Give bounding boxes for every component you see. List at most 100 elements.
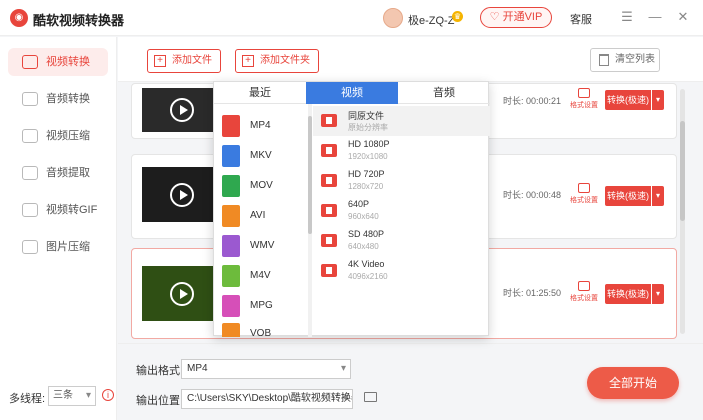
- convert-dropdown-icon[interactable]: ▾: [652, 90, 664, 110]
- folder-icon[interactable]: [364, 392, 377, 402]
- resolution-size: 960x640: [348, 212, 379, 221]
- tab-recent[interactable]: 最近: [214, 82, 306, 104]
- chevron-down-icon: ▾: [342, 393, 348, 404]
- add-file-button[interactable]: + 添加文件: [147, 49, 221, 73]
- format-label: M4V: [250, 270, 271, 281]
- format-label: WMV: [250, 240, 275, 251]
- output-path-value: C:\Users\SKY\Desktop\酷软视频转换器: [187, 393, 353, 404]
- crown-icon: ♛: [452, 11, 463, 22]
- sidebar-item-image-compress[interactable]: 图片压缩: [8, 233, 108, 261]
- sidebar-item-label: 视频转GIF: [46, 204, 98, 216]
- format-settings-button[interactable]: 格式设置: [569, 183, 599, 205]
- clear-list-label: 清空列表: [615, 54, 655, 65]
- mkv-file-icon: [222, 145, 240, 167]
- format-item-wmv[interactable]: WMV: [222, 232, 308, 262]
- resolution-size: 1920x1080: [348, 152, 388, 161]
- avatar[interactable]: [383, 8, 403, 28]
- add-folder-button[interactable]: + 添加文件夹: [235, 49, 319, 73]
- scrollbar-thumb[interactable]: [680, 121, 685, 221]
- play-icon[interactable]: [170, 98, 194, 122]
- format-label: MOV: [250, 180, 273, 191]
- convert-button[interactable]: 转换(极速): [605, 186, 651, 206]
- sidebar-item-video-compress[interactable]: 视频压缩: [8, 122, 108, 150]
- mp4-file-icon: [222, 115, 240, 137]
- format-settings-button[interactable]: 格式设置: [569, 281, 599, 303]
- sidebar-item-label: 视频压缩: [46, 130, 90, 142]
- sidebar-item-audio-extract[interactable]: 音频提取: [8, 159, 108, 187]
- format-item-m4v[interactable]: M4V: [222, 262, 308, 292]
- format-settings-button[interactable]: 格式设置: [569, 88, 599, 110]
- video-thumbnail[interactable]: [142, 167, 222, 222]
- file-duration: 时长: 00:00:21: [503, 96, 562, 106]
- format-item-mkv[interactable]: MKV: [222, 142, 308, 172]
- play-icon[interactable]: [170, 282, 194, 306]
- vip-button[interactable]: ♡ 开通VIP: [480, 7, 552, 28]
- format-settings-label: 格式设置: [570, 295, 598, 302]
- scrollbar-thumb[interactable]: [308, 116, 312, 234]
- threads-label: 多线程:: [9, 393, 46, 405]
- convert-dropdown-icon[interactable]: ▾: [652, 186, 664, 206]
- sidebar-item-video-to-gif[interactable]: 视频转GIF: [8, 196, 108, 224]
- wmv-file-icon: [222, 235, 240, 257]
- video-thumbnail[interactable]: [142, 266, 222, 321]
- menu-icon[interactable]: ☰: [620, 10, 634, 24]
- title-bar: ◉ 酷软视频转换器 极e-ZQ-Z ♛ ♡ 开通VIP 客服 ☰ — ✕: [0, 0, 703, 36]
- m4v-file-icon: [222, 265, 240, 287]
- tab-video[interactable]: 视频: [306, 82, 398, 104]
- resolution-item-640p[interactable]: 640P 960x640: [313, 196, 490, 226]
- tab-audio[interactable]: 音频: [398, 82, 490, 104]
- close-icon[interactable]: ✕: [676, 10, 690, 24]
- format-label: VOB: [250, 328, 272, 337]
- resolution-name: 4K Video: [348, 259, 385, 269]
- convert-dropdown-icon[interactable]: ▾: [652, 284, 664, 304]
- format-item-mov[interactable]: MOV: [222, 172, 308, 202]
- threads-select[interactable]: 三条: [48, 386, 96, 406]
- start-all-button[interactable]: 全部开始: [587, 367, 679, 399]
- sidebar-item-audio-convert[interactable]: 音频转换: [8, 85, 108, 113]
- film-icon: [321, 264, 337, 277]
- resolution-name: 640P: [348, 199, 370, 209]
- format-item-avi[interactable]: AVI: [222, 202, 308, 232]
- file-list-scrollbar[interactable]: [680, 89, 685, 334]
- video-thumbnail[interactable]: [142, 88, 222, 132]
- resolution-item-480p[interactable]: SD 480P 640x480: [313, 226, 490, 256]
- resolution-item-1080p[interactable]: HD 1080P 1920x1080: [313, 136, 490, 166]
- customer-service-button[interactable]: 客服: [570, 11, 592, 27]
- resolution-item-original[interactable]: 同原文件 原始分辨率: [313, 106, 490, 136]
- film-icon: [321, 114, 337, 127]
- sidebar-item-label: 音频转换: [46, 93, 90, 105]
- settings-icon: [578, 281, 590, 291]
- mov-file-icon: [222, 175, 240, 197]
- convert-button[interactable]: 转换(极速): [605, 284, 651, 304]
- film-icon: [321, 174, 337, 187]
- output-format-select[interactable]: MP4 ▾: [181, 359, 351, 379]
- app-title: 酷软视频转换器: [33, 13, 125, 28]
- resolution-size: 640x480: [348, 242, 379, 251]
- add-folder-label: 添加文件夹: [260, 55, 310, 66]
- clear-list-button[interactable]: 清空列表: [590, 48, 660, 72]
- format-item-vob[interactable]: VOB: [222, 320, 308, 337]
- format-label: MPG: [250, 300, 273, 311]
- output-settings: 输出格式 MP4 ▾ 输出位置 C:\Users\SKY\Desktop\酷软视…: [118, 343, 703, 420]
- add-icon: +: [154, 55, 166, 67]
- output-path-select[interactable]: C:\Users\SKY\Desktop\酷软视频转换器 ▾: [181, 389, 353, 409]
- play-icon[interactable]: [170, 183, 194, 207]
- resolution-name: HD 720P: [348, 169, 385, 179]
- info-icon[interactable]: i: [102, 389, 114, 401]
- format-item-mpg[interactable]: MPG: [222, 292, 308, 322]
- resolution-name: SD 480P: [348, 229, 385, 239]
- sidebar-item-video-convert[interactable]: 视频转换: [8, 48, 108, 76]
- format-settings-label: 格式设置: [570, 197, 598, 204]
- username[interactable]: 极e-ZQ-Z: [408, 12, 454, 28]
- film-icon: [321, 234, 337, 247]
- convert-button[interactable]: 转换(极速): [605, 90, 651, 110]
- format-tabs: 最近 视频 音频: [214, 82, 490, 104]
- format-list: MP4 MKV MOV AVI WMV M4V MPG VOB: [214, 104, 309, 337]
- sidebar-item-label: 图片压缩: [46, 241, 90, 253]
- minimize-icon[interactable]: —: [648, 10, 662, 24]
- resolution-item-720p[interactable]: HD 720P 1280x720: [313, 166, 490, 196]
- format-list-scrollbar[interactable]: [308, 104, 312, 337]
- resolution-item-4k[interactable]: 4K Video 4096x2160: [313, 256, 490, 286]
- add-file-label: 添加文件: [172, 55, 212, 66]
- format-item-mp4[interactable]: MP4: [222, 112, 308, 142]
